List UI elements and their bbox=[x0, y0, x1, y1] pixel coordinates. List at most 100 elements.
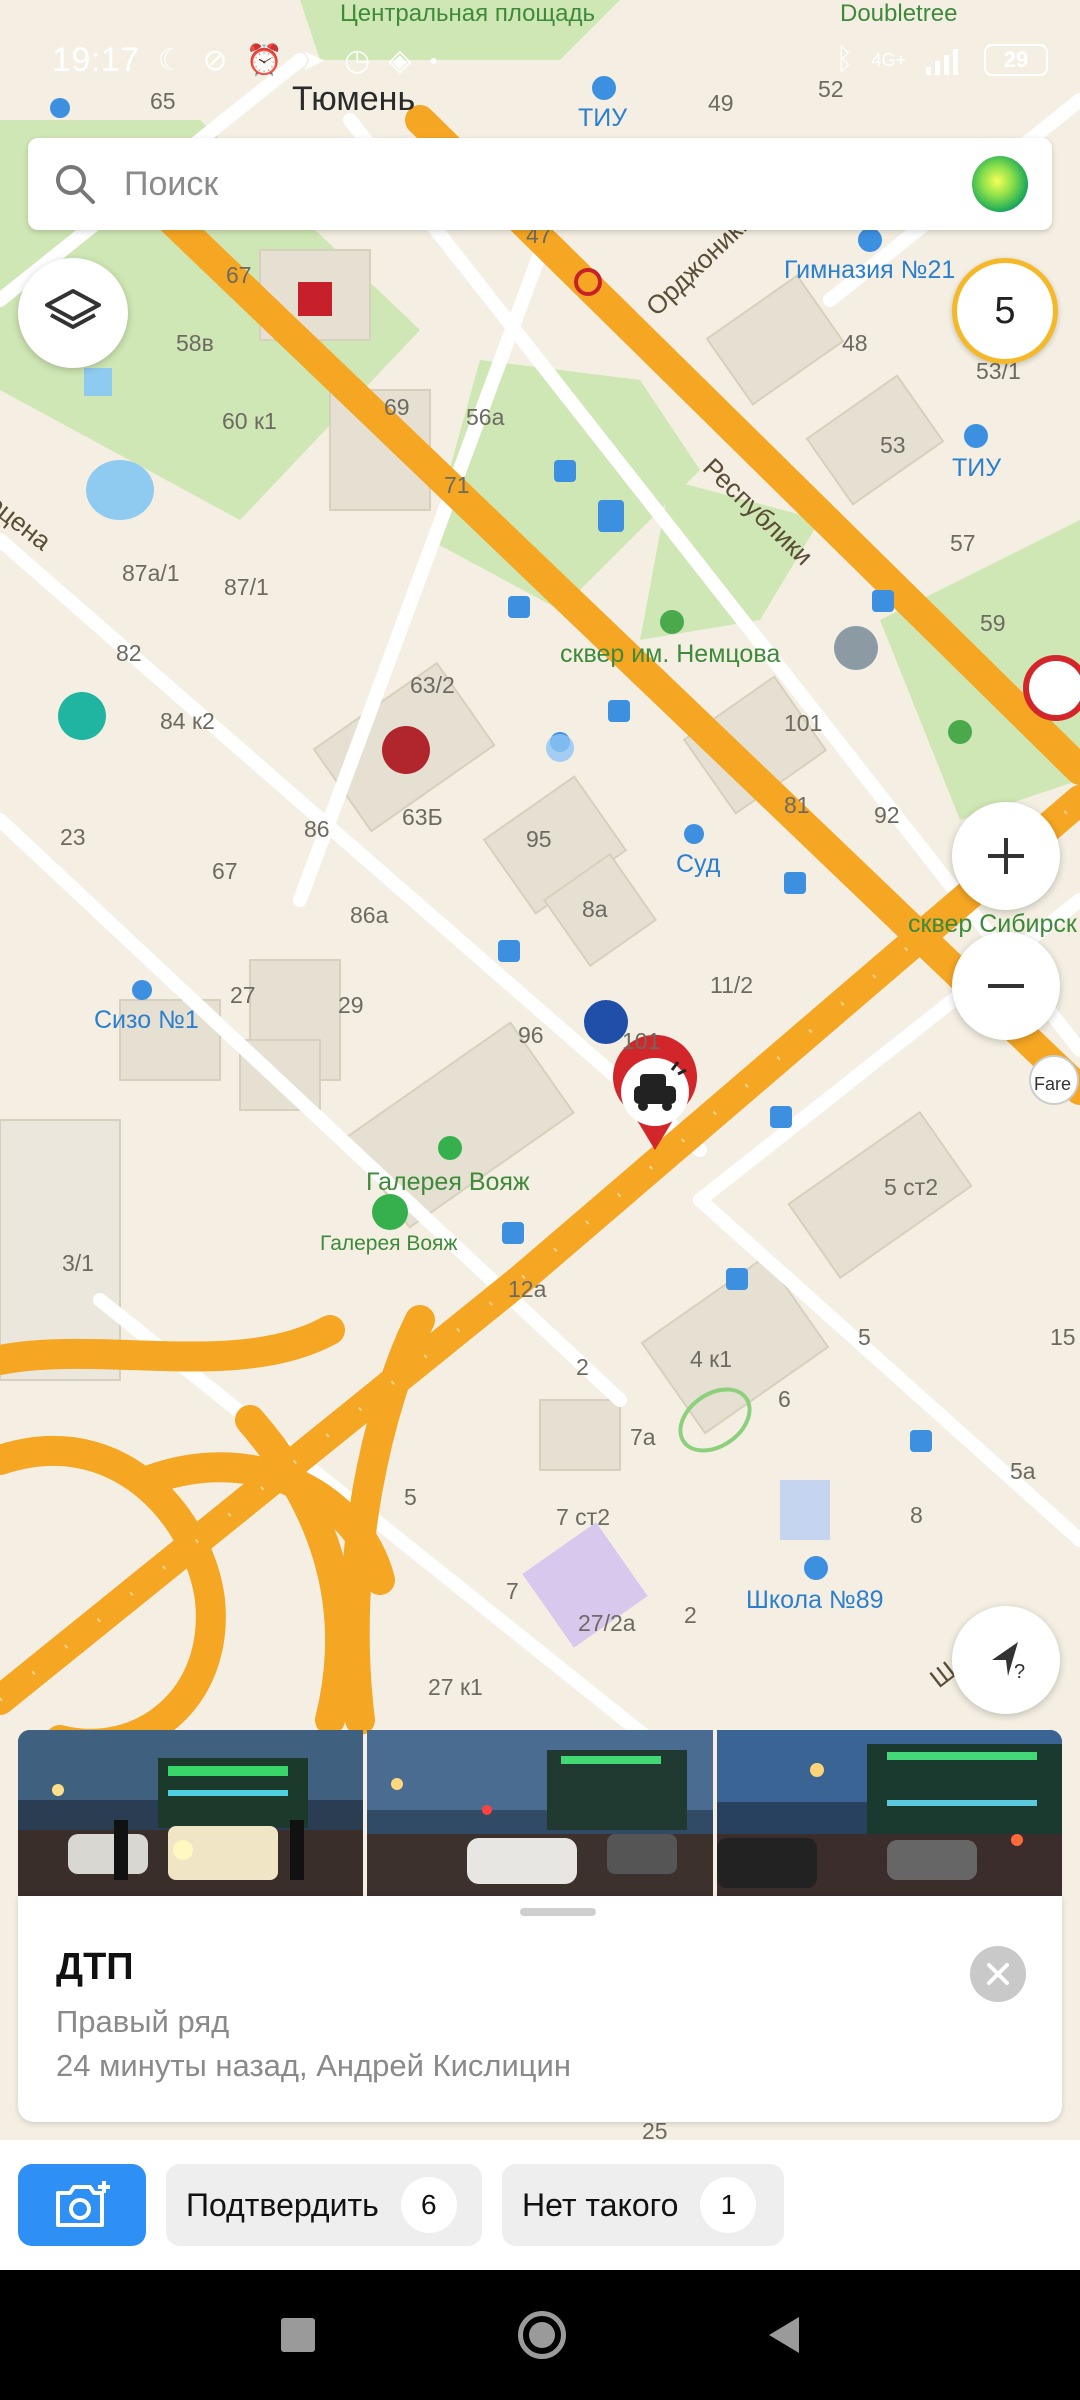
house-number: 95 bbox=[526, 826, 552, 852]
house-number: 87а/1 bbox=[122, 560, 180, 586]
house-number: 2 bbox=[576, 1354, 589, 1380]
house-number: 84 к2 bbox=[160, 708, 215, 734]
house-number: 86 bbox=[304, 816, 330, 842]
incident-photo[interactable] bbox=[18, 1730, 364, 1896]
house-number: 15 bbox=[1050, 1324, 1076, 1350]
deny-count: 1 bbox=[700, 2177, 757, 2233]
house-number: 6 bbox=[778, 1386, 791, 1412]
action-bar: Подтвердить 6 Нет такого 1 bbox=[0, 2140, 1080, 2270]
cluster-count-badge[interactable]: 5 bbox=[952, 258, 1058, 364]
incident-meta: 24 минуты назад, Андрей Кислицин bbox=[56, 2048, 571, 2083]
navigation-arrow-icon: ? bbox=[992, 1642, 1025, 1683]
map-label-tiu-right: ТИУ bbox=[952, 454, 1002, 482]
house-number: 69 bbox=[384, 394, 410, 420]
house-number: 59 bbox=[980, 610, 1006, 636]
incident-photos[interactable] bbox=[18, 1730, 1062, 1896]
house-number: 92 bbox=[874, 802, 900, 828]
house-number: 29 bbox=[338, 992, 364, 1018]
svg-text:?: ? bbox=[1014, 1661, 1025, 1683]
house-number: 60 к1 bbox=[222, 408, 277, 434]
house-number: 27 bbox=[230, 982, 256, 1008]
confirm-button[interactable]: Подтвердить 6 bbox=[166, 2164, 482, 2246]
map-label-fare: Fare bbox=[1034, 1074, 1072, 1094]
incident-subtitle: Правый ряд bbox=[56, 2004, 230, 2039]
house-number: 12а bbox=[508, 1276, 547, 1302]
house-number: 86а bbox=[350, 902, 389, 928]
house-number: 81 bbox=[784, 792, 810, 818]
incident-photo[interactable] bbox=[367, 1730, 713, 1896]
map-label-square-nemtsov: сквер им. Немцова bbox=[560, 640, 781, 668]
mute-icon: ⊘ bbox=[202, 43, 228, 77]
photo-image bbox=[716, 1730, 1062, 1896]
house-number: 71 bbox=[444, 472, 470, 498]
house-number: 57 bbox=[950, 530, 976, 556]
house-number: 87/1 bbox=[224, 574, 269, 600]
house-number: 56а bbox=[466, 404, 505, 430]
battery-icon: 29 bbox=[984, 44, 1048, 76]
zoom-in-button[interactable] bbox=[952, 802, 1060, 910]
status-bar: 19:17 ☾ ⊘ ⏰ ➤ ◷ ◈ ● ᛒ 4G+ 29 bbox=[0, 0, 1080, 120]
minus-icon bbox=[988, 984, 1024, 988]
house-number: 67 bbox=[226, 262, 252, 288]
search-icon bbox=[56, 165, 95, 204]
house-number: 63/2 bbox=[410, 672, 455, 698]
search-input[interactable]: Поиск bbox=[124, 165, 972, 204]
back-button[interactable] bbox=[768, 2317, 799, 2353]
moon-icon: ☾ bbox=[157, 43, 185, 77]
house-number: 5 ст2 bbox=[884, 1174, 939, 1200]
my-location-button[interactable]: ? bbox=[952, 1606, 1060, 1714]
layers-icon: ◈ bbox=[388, 43, 412, 77]
house-number: 27 к1 bbox=[428, 1674, 483, 1700]
avatar[interactable] bbox=[972, 156, 1028, 212]
home-button[interactable] bbox=[517, 2311, 566, 2359]
house-number: 3/1 bbox=[62, 1250, 94, 1276]
bluetooth-icon: ᛒ bbox=[835, 43, 854, 76]
house-number: 101 bbox=[622, 1028, 661, 1054]
house-number: 67 bbox=[212, 858, 238, 884]
system-nav-bar bbox=[0, 2270, 1080, 2400]
recents-button[interactable] bbox=[281, 2318, 316, 2352]
house-number: 5 bbox=[404, 1484, 417, 1510]
alarm-icon: ◷ bbox=[344, 43, 371, 77]
add-photo-button[interactable] bbox=[18, 2164, 146, 2246]
network-type: 4G+ bbox=[871, 49, 906, 70]
close-button[interactable] bbox=[970, 1946, 1026, 2002]
map-label-court: Суд bbox=[676, 850, 721, 878]
send-icon: ➤ bbox=[301, 43, 327, 77]
map-label-sizo: Сизо №1 bbox=[94, 1006, 199, 1034]
house-number: 27/2а bbox=[578, 1610, 636, 1636]
photo-image bbox=[18, 1730, 364, 1896]
house-number: 53 bbox=[880, 432, 906, 458]
house-number: 8 bbox=[910, 1502, 923, 1528]
alarm-icon: ⏰ bbox=[245, 43, 283, 77]
incident-title: ДТП bbox=[56, 1946, 134, 1988]
close-icon bbox=[987, 1963, 1009, 1985]
house-number: 23 bbox=[60, 824, 86, 850]
house-number: 2 bbox=[684, 1602, 697, 1628]
zoom-out-button[interactable] bbox=[952, 932, 1060, 1040]
map-label-gallery-2: Галерея Вояж bbox=[320, 1232, 458, 1255]
drag-handle[interactable] bbox=[520, 1908, 596, 1916]
incident-card[interactable]: ДТП Правый ряд 24 минуты назад, Андрей К… bbox=[18, 1896, 1062, 2122]
incident-photo[interactable] bbox=[716, 1730, 1062, 1896]
search-bar[interactable]: Поиск bbox=[28, 138, 1052, 230]
house-number: 5а bbox=[1010, 1458, 1036, 1484]
camera-plus-icon bbox=[56, 2181, 110, 2227]
house-number: 8а bbox=[582, 896, 608, 922]
map-label-gallery-1: Галерея Вояж bbox=[366, 1168, 530, 1196]
status-time: 19:17 bbox=[52, 40, 140, 79]
map-label-gymnasium: Гимназия №21 bbox=[784, 256, 956, 284]
plus-icon bbox=[988, 838, 1024, 874]
house-number: 82 bbox=[116, 640, 142, 666]
house-number: 5 bbox=[858, 1324, 871, 1350]
house-number: 63Б bbox=[402, 804, 443, 830]
house-number: 4 к1 bbox=[690, 1346, 733, 1372]
house-number: 101 bbox=[784, 710, 823, 736]
layers-button[interactable] bbox=[18, 258, 128, 368]
house-number: 11/2 bbox=[710, 972, 754, 998]
house-number: 7 ст2 bbox=[556, 1504, 611, 1530]
photo-image bbox=[367, 1730, 713, 1896]
deny-button[interactable]: Нет такого 1 bbox=[502, 2164, 784, 2246]
house-number: 48 bbox=[842, 330, 868, 356]
deny-label: Нет такого bbox=[522, 2186, 679, 2223]
